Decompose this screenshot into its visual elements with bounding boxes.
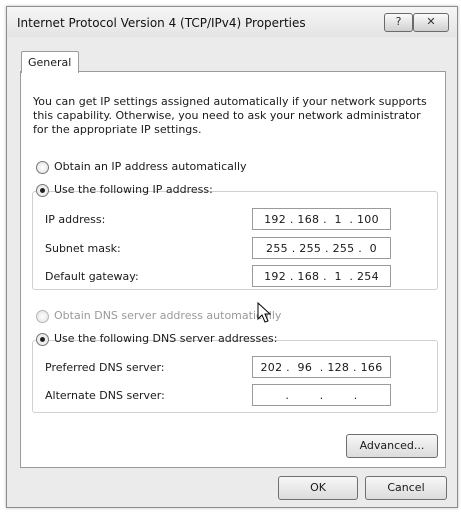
mouse-pointer-icon (257, 302, 271, 323)
obtain-ip-auto-radio[interactable] (36, 161, 49, 174)
ip-address-label: IP address: (45, 213, 106, 226)
use-following-ip-label: Use the following IP address: (54, 183, 213, 196)
ok-button[interactable]: OK (278, 476, 358, 500)
help-button[interactable]: ? (384, 13, 413, 32)
alternate-dns-label: Alternate DNS server: (45, 389, 165, 402)
subnet-mask-input[interactable]: 255 . 255 . 255 . 0 (252, 237, 391, 259)
dialog-title: Internet Protocol Version 4 (TCP/IPv4) P… (17, 16, 306, 30)
subnet-mask-label: Subnet mask: (45, 242, 121, 255)
default-gateway-input[interactable]: 192 . 168 . 1 . 254 (252, 265, 391, 287)
use-following-dns-label: Use the following DNS server addresses: (54, 332, 278, 345)
obtain-dns-auto-label: Obtain DNS server address automatically (54, 309, 282, 322)
use-following-dns-radio[interactable] (36, 333, 49, 346)
obtain-dns-auto-radio[interactable] (36, 310, 49, 323)
tcpip-properties-dialog: Internet Protocol Version 4 (TCP/IPv4) P… (6, 6, 458, 508)
intro-text: You can get IP settings assigned automat… (33, 95, 427, 136)
cancel-button[interactable]: Cancel (365, 476, 447, 500)
obtain-ip-auto-label: Obtain an IP address automatically (54, 160, 247, 173)
preferred-dns-input[interactable]: 202 . 96 . 128 . 166 (252, 356, 391, 378)
ip-address-input[interactable]: 192 . 168 . 1 . 100 (252, 208, 391, 230)
use-following-ip-option[interactable]: Use the following IP address: (36, 183, 213, 199)
general-panel: You can get IP settings assigned automat… (20, 71, 446, 468)
close-button[interactable]: ✕ (413, 13, 449, 32)
advanced-button[interactable]: Advanced... (346, 434, 438, 458)
alternate-dns-input[interactable]: . . . (252, 384, 391, 406)
tab-general[interactable]: General (21, 51, 79, 73)
title-bar: Internet Protocol Version 4 (TCP/IPv4) P… (7, 7, 457, 37)
use-following-ip-radio[interactable] (36, 184, 49, 197)
tab-general-label: General (28, 56, 72, 69)
use-following-dns-option[interactable]: Use the following DNS server addresses: (36, 332, 277, 348)
dns-server-group: Preferred DNS server: 202 . 96 . 128 . 1… (32, 340, 438, 413)
preferred-dns-label: Preferred DNS server: (45, 361, 165, 374)
ip-address-group: IP address: 192 . 168 . 1 . 100 Subnet m… (32, 191, 438, 290)
default-gateway-label: Default gateway: (45, 270, 139, 283)
